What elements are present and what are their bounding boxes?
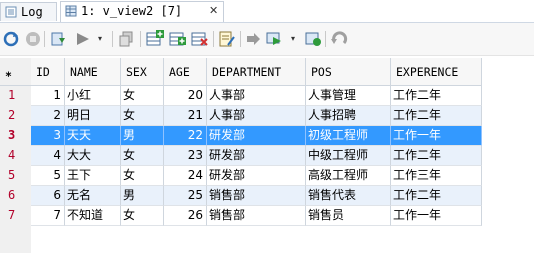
column-header-id[interactable]: ID xyxy=(31,58,65,86)
column-header-pos[interactable]: POS xyxy=(306,58,391,86)
close-icon[interactable]: ✕ xyxy=(209,2,218,20)
row-number[interactable]: 3 xyxy=(0,126,31,146)
tab-log-label: Log xyxy=(21,5,43,19)
row-number[interactable]: 1 xyxy=(0,86,31,106)
column-header-department[interactable]: DEPARTMENT xyxy=(207,58,306,86)
cell-pos[interactable]: 初级工程师 xyxy=(306,126,391,146)
cell-experence[interactable]: 工作三年 xyxy=(391,166,482,186)
cell-age[interactable]: 20 xyxy=(164,86,207,106)
query-dropdown[interactable]: ▾ xyxy=(96,31,104,47)
cell-sex[interactable]: 女 xyxy=(121,166,164,186)
log-icon xyxy=(5,6,17,18)
cell-pos[interactable]: 销售员 xyxy=(306,206,391,226)
duplicate-row-icon[interactable] xyxy=(169,30,187,48)
column-header-age[interactable]: AGE xyxy=(164,58,207,86)
tab-v-view2[interactable]: 1: v_view2 [7] ✕ xyxy=(60,1,224,22)
toolbar-separator xyxy=(240,31,241,47)
toolbar-separator xyxy=(325,31,326,47)
toolbar-separator xyxy=(112,31,113,47)
cell-pos[interactable]: 高级工程师 xyxy=(306,166,391,186)
query-icon[interactable] xyxy=(74,30,92,48)
tab-log[interactable]: Log xyxy=(0,2,57,21)
cell-department[interactable]: 人事部 xyxy=(207,106,306,126)
cell-age[interactable]: 25 xyxy=(164,186,207,206)
grid-icon xyxy=(65,5,77,17)
toolbar-separator xyxy=(44,31,45,47)
cell-pos[interactable]: 中级工程师 xyxy=(306,146,391,166)
cell-department[interactable]: 销售部 xyxy=(207,186,306,206)
cell-experence[interactable]: 工作二年 xyxy=(391,146,482,166)
import-icon[interactable] xyxy=(49,30,67,48)
cell-department[interactable]: 销售部 xyxy=(207,206,306,226)
toolbar-separator xyxy=(140,31,141,47)
cell-id[interactable]: 2 xyxy=(31,106,65,126)
go-icon[interactable] xyxy=(265,30,283,48)
cell-name[interactable]: 不知道 xyxy=(65,206,121,226)
edit-icon[interactable] xyxy=(218,30,236,48)
cell-experence[interactable]: 工作一年 xyxy=(391,126,482,146)
cell-name[interactable]: 无名 xyxy=(65,186,121,206)
toolbar: ▾ ▾ xyxy=(0,23,534,56)
cell-department[interactable]: 研发部 xyxy=(207,126,306,146)
cell-name[interactable]: 王下 xyxy=(65,166,121,186)
cell-age[interactable]: 26 xyxy=(164,206,207,226)
toolbar-separator xyxy=(213,31,214,47)
cell-experence[interactable]: 工作二年 xyxy=(391,86,482,106)
row-number[interactable]: 2 xyxy=(0,106,31,126)
undo-icon[interactable] xyxy=(330,30,348,48)
cell-id[interactable]: 1 xyxy=(31,86,65,106)
cell-name[interactable]: 大大 xyxy=(65,146,121,166)
cell-name[interactable]: 小红 xyxy=(65,86,121,106)
cell-sex[interactable]: 女 xyxy=(121,86,164,106)
cell-sex[interactable]: 女 xyxy=(121,206,164,226)
cell-age[interactable]: 24 xyxy=(164,166,207,186)
row-number[interactable]: 6 xyxy=(0,186,31,206)
copy-icon[interactable] xyxy=(118,30,136,48)
row-number[interactable]: 4 xyxy=(0,146,31,166)
cell-age[interactable]: 22 xyxy=(164,126,207,146)
insert-row-icon[interactable] xyxy=(146,30,164,48)
cell-id[interactable]: 3 xyxy=(31,126,65,146)
cell-id[interactable]: 5 xyxy=(31,166,65,186)
cell-sex[interactable]: 女 xyxy=(121,146,164,166)
cell-name[interactable]: 明日 xyxy=(65,106,121,126)
cell-sex[interactable]: 男 xyxy=(121,186,164,206)
cell-department[interactable]: 人事部 xyxy=(207,86,306,106)
column-header-sex[interactable]: SEX xyxy=(121,58,164,86)
row-number[interactable]: 7 xyxy=(0,206,31,226)
delete-row-icon[interactable] xyxy=(191,30,209,48)
cell-pos[interactable]: 人事招聘 xyxy=(306,106,391,126)
cell-experence[interactable]: 工作一年 xyxy=(391,206,482,226)
cell-pos[interactable]: 人事管理 xyxy=(306,86,391,106)
cell-experence[interactable]: 工作二年 xyxy=(391,186,482,206)
cell-name[interactable]: 天天 xyxy=(65,126,121,146)
cell-id[interactable]: 4 xyxy=(31,146,65,166)
stop-icon[interactable] xyxy=(24,30,42,48)
corner-cell[interactable]: * xyxy=(0,58,31,86)
tab-v-view2-label: 1: v_view2 [7] xyxy=(81,4,183,18)
cell-pos[interactable]: 销售代表 xyxy=(306,186,391,206)
go-dropdown[interactable]: ▾ xyxy=(289,31,297,47)
column-header-experence[interactable]: EXPERENCE xyxy=(391,58,482,86)
cell-age[interactable]: 23 xyxy=(164,146,207,166)
cell-age[interactable]: 21 xyxy=(164,106,207,126)
row-number[interactable]: 5 xyxy=(0,166,31,186)
refresh-icon[interactable] xyxy=(2,30,20,48)
apply-icon[interactable] xyxy=(304,30,322,48)
cell-sex[interactable]: 女 xyxy=(121,106,164,126)
cell-sex[interactable]: 男 xyxy=(121,126,164,146)
navigate-icon[interactable] xyxy=(245,30,263,48)
tab-bar: Log 1: v_view2 [7] ✕ xyxy=(0,0,534,23)
cell-department[interactable]: 研发部 xyxy=(207,166,306,186)
cell-experence[interactable]: 工作二年 xyxy=(391,106,482,126)
cell-department[interactable]: 研发部 xyxy=(207,146,306,166)
cell-id[interactable]: 6 xyxy=(31,186,65,206)
column-header-name[interactable]: NAME xyxy=(65,58,121,86)
cell-id[interactable]: 7 xyxy=(31,206,65,226)
